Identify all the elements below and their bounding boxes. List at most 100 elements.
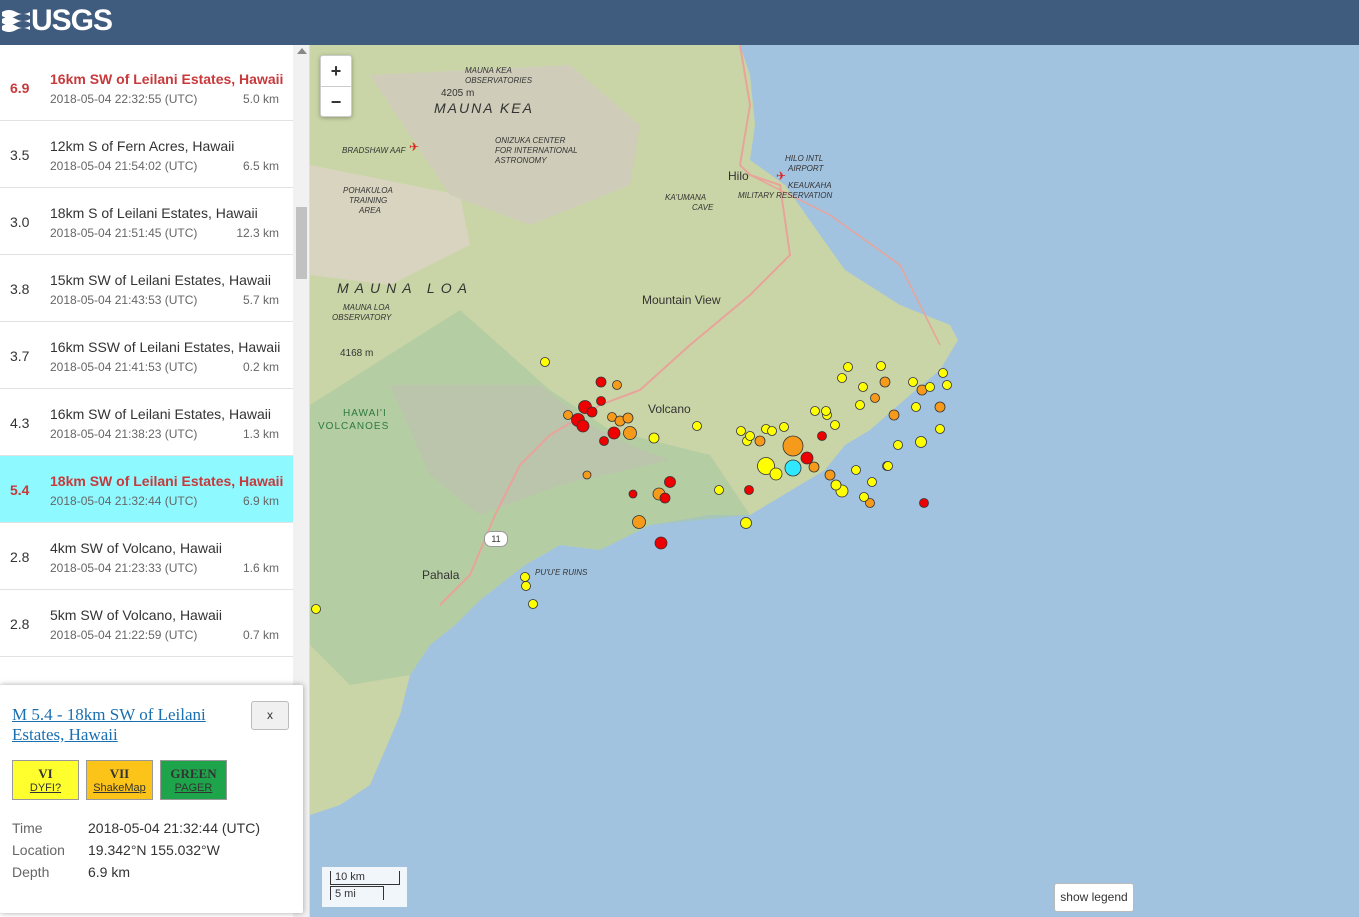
event-list-item[interactable]: 4.3 16km SW of Leilani Estates, Hawaii 2… — [0, 389, 293, 456]
earthquake-marker[interactable] — [888, 409, 900, 421]
earthquake-marker[interactable] — [692, 421, 702, 431]
earthquake-marker[interactable] — [311, 604, 321, 614]
earthquake-marker[interactable] — [808, 461, 820, 473]
earthquake-marker[interactable] — [867, 477, 877, 487]
earthquake-marker[interactable] — [740, 517, 752, 529]
earthquake-marker[interactable] — [870, 393, 880, 403]
earthquake-marker[interactable] — [859, 492, 869, 502]
earthquake-marker[interactable] — [648, 432, 660, 444]
earthquake-marker[interactable] — [830, 420, 840, 430]
earthquake-marker[interactable] — [942, 380, 952, 390]
earthquake-marker[interactable] — [938, 368, 948, 378]
earthquake-marker[interactable] — [586, 406, 598, 418]
earthquake-marker[interactable] — [528, 599, 538, 609]
earthquake-marker[interactable] — [736, 426, 746, 436]
earthquake-marker[interactable] — [915, 436, 927, 448]
pager-label: PAGER — [174, 782, 213, 794]
earthquake-marker[interactable] — [876, 361, 886, 371]
earthquake-marker[interactable] — [858, 382, 868, 392]
earthquake-marker[interactable] — [596, 396, 606, 406]
event-time: 2018-05-04 21:23:33 (UTC) — [50, 561, 198, 575]
scrollbar-thumb[interactable] — [296, 207, 307, 279]
show-legend-button[interactable]: show legend — [1054, 883, 1134, 912]
zoom-in-button[interactable]: + — [321, 56, 351, 87]
event-magnitude: 4.3 — [10, 415, 30, 431]
earthquake-marker[interactable] — [576, 419, 590, 433]
earthquake-marker[interactable] — [521, 581, 531, 591]
earthquake-marker[interactable] — [911, 402, 921, 412]
earthquake-marker[interactable] — [935, 424, 945, 434]
earthquake-marker[interactable] — [767, 426, 777, 436]
earthquake-marker[interactable] — [830, 479, 842, 491]
event-magnitude: 3.0 — [10, 214, 30, 230]
event-magnitude: 3.5 — [10, 147, 30, 163]
usgs-logo[interactable]: USGS — [2, 4, 113, 38]
earthquake-marker[interactable] — [893, 440, 903, 450]
dyfi-badge[interactable]: VI DYFI? — [12, 760, 79, 800]
usgs-header: USGS — [0, 0, 1359, 45]
earthquake-marker[interactable] — [599, 436, 609, 446]
event-place: 5km SW of Volcano, Hawaii — [50, 607, 222, 623]
pager-badge[interactable]: GREEN PAGER — [160, 760, 227, 800]
earthquake-marker[interactable] — [843, 362, 853, 372]
earthquake-marker[interactable] — [908, 377, 918, 387]
earthquake-marker[interactable] — [883, 461, 893, 471]
earthquake-marker[interactable] — [855, 400, 865, 410]
earthquake-marker[interactable] — [779, 422, 789, 432]
depth-label: Depth — [12, 864, 50, 880]
earthquake-marker[interactable] — [623, 426, 637, 440]
event-list-item[interactable]: 2.8 4km SW of Volcano, Hawaii 2018-05-04… — [0, 523, 293, 590]
map-view[interactable]: MAUNA KEA OBSERVATORIES 4205 m MAUNA KEA… — [310, 45, 1359, 917]
event-time: 2018-05-04 21:41:53 (UTC) — [50, 360, 198, 374]
event-list-item[interactable]: 3.8 15km SW of Leilani Estates, Hawaii 2… — [0, 255, 293, 322]
event-list-item[interactable]: 3.7 16km SSW of Leilani Estates, Hawaii … — [0, 322, 293, 389]
earthquake-marker[interactable] — [769, 467, 783, 481]
earthquake-marker[interactable] — [659, 492, 671, 504]
earthquake-marker[interactable] — [632, 515, 646, 529]
earthquake-marker[interactable] — [810, 406, 820, 416]
earthquake-marker[interactable] — [745, 431, 755, 441]
zoom-out-button[interactable]: − — [321, 87, 351, 117]
earthquake-marker[interactable] — [607, 426, 621, 440]
earthquake-marker[interactable] — [563, 410, 573, 420]
earthquake-marker[interactable] — [925, 382, 935, 392]
earthquake-marker-selected[interactable] — [784, 459, 802, 477]
event-list-item[interactable]: 2.8 5km SW of Volcano, Hawaii 2018-05-04… — [0, 590, 293, 657]
earthquake-marker[interactable] — [754, 435, 766, 447]
event-list-item[interactable]: 3.5 12km S of Fern Acres, Hawaii 2018-05… — [0, 121, 293, 188]
earthquake-marker[interactable] — [714, 485, 724, 495]
event-list-item[interactable]: 3.0 18km S of Leilani Estates, Hawaii 20… — [0, 188, 293, 255]
earthquake-marker[interactable] — [824, 469, 836, 481]
earthquake-marker[interactable] — [851, 465, 861, 475]
event-list-item[interactable]: 6.9 16km SW of Leilani Estates, Hawaii 2… — [0, 54, 293, 121]
scroll-up-arrow-icon[interactable] — [297, 48, 307, 54]
earthquake-marker[interactable] — [934, 401, 946, 413]
earthquake-marker[interactable] — [628, 489, 638, 499]
earthquake-marker[interactable] — [744, 485, 754, 495]
earthquake-marker[interactable] — [654, 536, 668, 550]
earthquake-marker[interactable] — [800, 451, 814, 465]
earthquake-marker[interactable] — [919, 498, 929, 508]
earthquake-marker[interactable] — [540, 357, 550, 367]
event-place: 18km SW of Leilani Estates, Hawaii — [50, 473, 284, 489]
earthquake-marker[interactable] — [612, 380, 622, 390]
earthquake-marker[interactable] — [817, 431, 827, 441]
earthquake-marker[interactable] — [782, 435, 804, 457]
event-detail-title-link[interactable]: M 5.4 - 18km SW of Leilani Estates, Hawa… — [12, 705, 237, 745]
earthquake-marker[interactable] — [879, 376, 891, 388]
event-depth: 6.5 km — [242, 159, 279, 173]
time-label: Time — [12, 820, 43, 836]
event-list-item-selected[interactable]: 5.4 18km SW of Leilani Estates, Hawaii 2… — [0, 456, 293, 523]
earthquake-marker[interactable] — [520, 572, 530, 582]
earthquake-marker[interactable] — [622, 412, 634, 424]
earthquake-marker[interactable] — [664, 476, 676, 488]
earthquake-marker[interactable] — [837, 373, 847, 383]
earthquake-marker[interactable] — [595, 376, 607, 388]
close-button[interactable]: x — [251, 701, 289, 730]
event-time: 2018-05-04 21:38:23 (UTC) — [50, 427, 198, 441]
earthquake-marker[interactable] — [821, 406, 831, 416]
shakemap-badge[interactable]: VII ShakeMap — [86, 760, 153, 800]
earthquake-marker[interactable] — [582, 470, 592, 480]
event-time: 2018-05-04 21:51:45 (UTC) — [50, 226, 198, 240]
event-time: 2018-05-04 21:43:53 (UTC) — [50, 293, 198, 307]
